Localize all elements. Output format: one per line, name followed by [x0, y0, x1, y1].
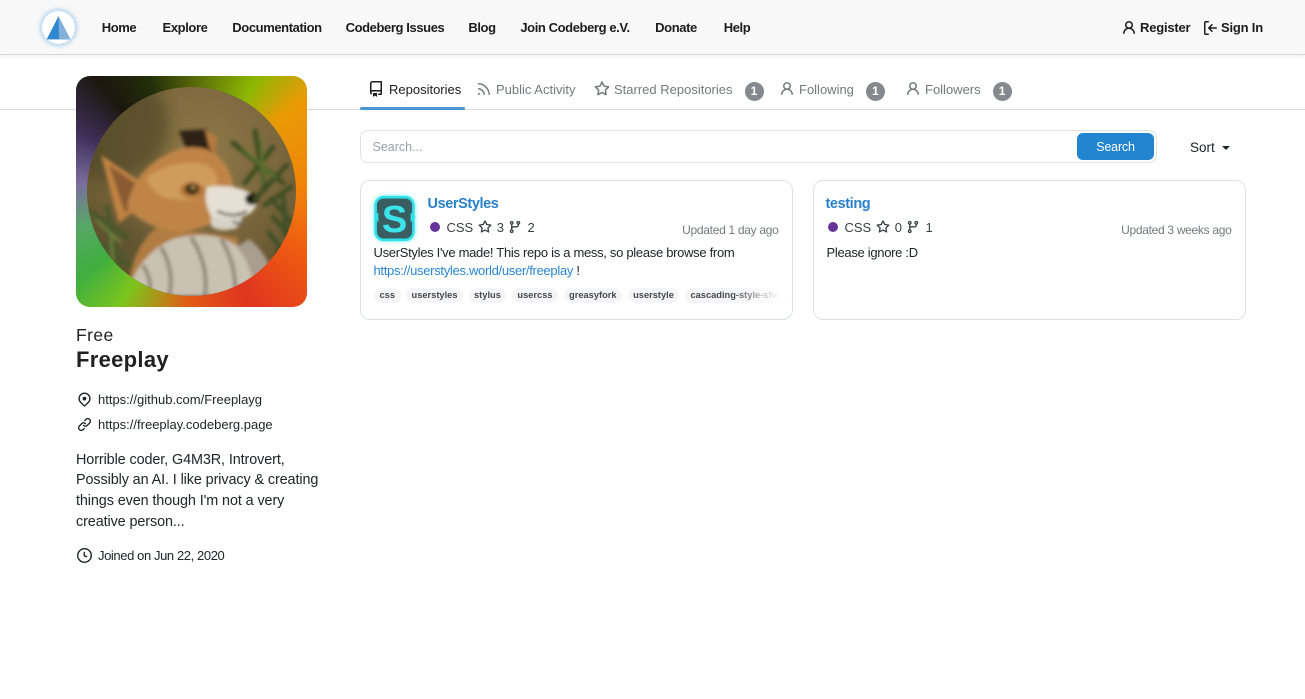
svg-text:S: S	[381, 199, 406, 241]
